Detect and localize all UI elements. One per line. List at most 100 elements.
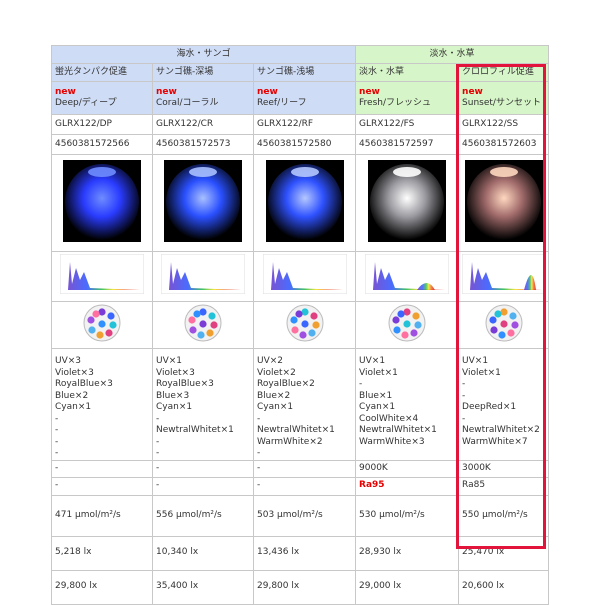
led-count-line: - [462,413,466,424]
model-cell: GLRX122/FS [355,114,460,135]
ppfd-value: 556 μmol/m²/s [156,509,222,520]
illuminance-value: 13,436 lx [257,547,300,558]
photo-cell [355,154,460,252]
led-chip-icon [485,304,523,342]
illuminance-value: 29,800 lx [257,581,300,592]
ppfd-value: 530 μmol/m²/s [359,509,425,520]
category-label: 淡水・水草 [359,66,405,77]
color-temperature-cell: - [152,459,254,478]
illuminance-cell: 13,436 lx [252,535,357,571]
color-rendering-index: Ra95 [359,480,385,491]
spectrum-cell [458,251,550,302]
jan-cell: 4560381572603 [458,134,550,155]
chip-layout-cell [252,301,357,349]
led-count-line: Violet×1 [359,367,398,378]
color-rendering-index: - [156,480,160,491]
led-count-line: WarmWhite×7 [462,436,528,447]
photo-cell [252,154,357,252]
ppfd-cell: 556 μmol/m²/s [152,494,254,537]
led-count-line: Blue×2 [55,390,89,401]
color-temperature-cell: - [51,459,153,478]
jan-code: 4560381572573 [156,138,231,149]
color-rendering-cell: - [252,476,357,496]
new-badge: new [462,86,483,97]
spectrum-cell [355,251,460,302]
jan-cell: 4560381572597 [355,134,460,155]
product-light-photo [164,159,242,242]
product-name: Reef/リーフ [257,98,307,108]
illuminance-cell: 10,340 lx [152,535,254,571]
ppfd-cell: 530 μmol/m²/s [355,494,460,537]
led-count-line: RoyalBlue×2 [257,379,315,389]
jan-cell: 4560381572566 [51,134,153,155]
led-count-line: CoolWhite×4 [359,413,419,424]
spectrum-chart [161,254,245,295]
led-count-line: - [55,413,59,424]
light-glow-image [464,159,543,242]
spectrum-chart [462,254,547,295]
illuminance-value: 28,930 lx [359,547,402,558]
illuminance-cell: 25,470 lx [458,535,550,571]
led-count-line: - [462,379,466,389]
jan-code: 4560381572603 [462,138,537,149]
photo-cell [51,154,153,252]
color-temperature: 9000K [359,462,388,473]
new-badge: new [359,86,380,97]
name-cell: new Reef/リーフ [252,81,357,115]
led-composition-cell: UV×1 Violet×1- - DeepRed×1- NewtralWhitet×2 W… [458,348,550,461]
led-count-line: UV×1 [462,356,489,366]
led-count-line: Violet×1 [462,367,501,378]
category-label: 蛍光タンパク促進 [55,66,128,77]
led-count-line: Blue×1 [359,390,393,401]
color-temperature-cell: 9000K [355,459,460,478]
led-composition-cell: UV×1 Violet×1- Blue×1 Cyan×1 CoolWhite×4 Newt… [355,348,460,461]
product-light-photo [368,159,447,242]
illuminance-value: 29,800 lx [55,581,98,592]
led-count-line: Blue×3 [156,390,190,401]
color-rendering-index: - [55,480,59,491]
jan-cell: 4560381572580 [252,134,357,155]
category-cell: サンゴ礁-深場 [152,63,254,82]
spectrum-cell [152,251,254,302]
product-light-photo [464,159,543,242]
illuminance-cell: 20,600 lx [458,569,550,605]
illuminance-value: 10,340 lx [156,547,199,558]
new-badge: new [55,86,76,97]
spectrum-chart [262,254,347,295]
chip-layout-cell [458,301,550,349]
illuminance-value: 35,400 lx [156,581,199,592]
led-count-line: WarmWhite×2 [257,436,323,447]
led-count-line: - [359,379,363,389]
led-composition-cell: UV×1 Violet×3 RoyalBlue×3 Blue×3 Cyan×1- Newt… [152,348,254,461]
new-badge: new [156,86,177,97]
ppfd-cell: 503 μmol/m²/s [252,494,357,537]
led-count-line: - [55,425,59,435]
category-label: クロロフィル促進 [462,66,534,77]
model-cell: GLRX122/CR [152,114,254,135]
light-glow-image [265,159,344,242]
illuminance-value: 29,000 lx [359,581,402,592]
led-count-line: UV×1 [156,356,183,366]
ppfd-cell: 471 μmol/m²/s [51,494,153,537]
color-temperature: - [55,462,59,473]
product-name: Fresh/フレッシュ [359,98,432,108]
product-name: Deep/ディープ [55,98,117,108]
model-cell: GLRX122/RF [252,114,357,135]
led-count-line: - [156,413,160,424]
color-rendering-cell: Ra85 [458,476,550,496]
illuminance-cell: 35,400 lx [152,569,254,605]
illuminance-value: 20,600 lx [462,581,505,592]
led-count-line: NewtralWhitet×1 [359,425,437,435]
chip-layout-cell [355,301,460,349]
led-count-line: RoyalBlue×3 [55,379,113,389]
color-rendering-index: Ra85 [462,480,486,491]
color-temperature-cell: 3000K [458,459,550,478]
product-light-photo [265,159,344,242]
product-name: Sunset/サンセット [462,98,541,108]
illuminance-cell: 5,218 lx [51,535,153,571]
light-glow-image [164,159,242,242]
jan-code: 4560381572566 [55,138,130,149]
model-number: GLRX122/RF [257,118,314,129]
color-rendering-cell: - [152,476,254,496]
led-count-line: - [156,436,160,447]
